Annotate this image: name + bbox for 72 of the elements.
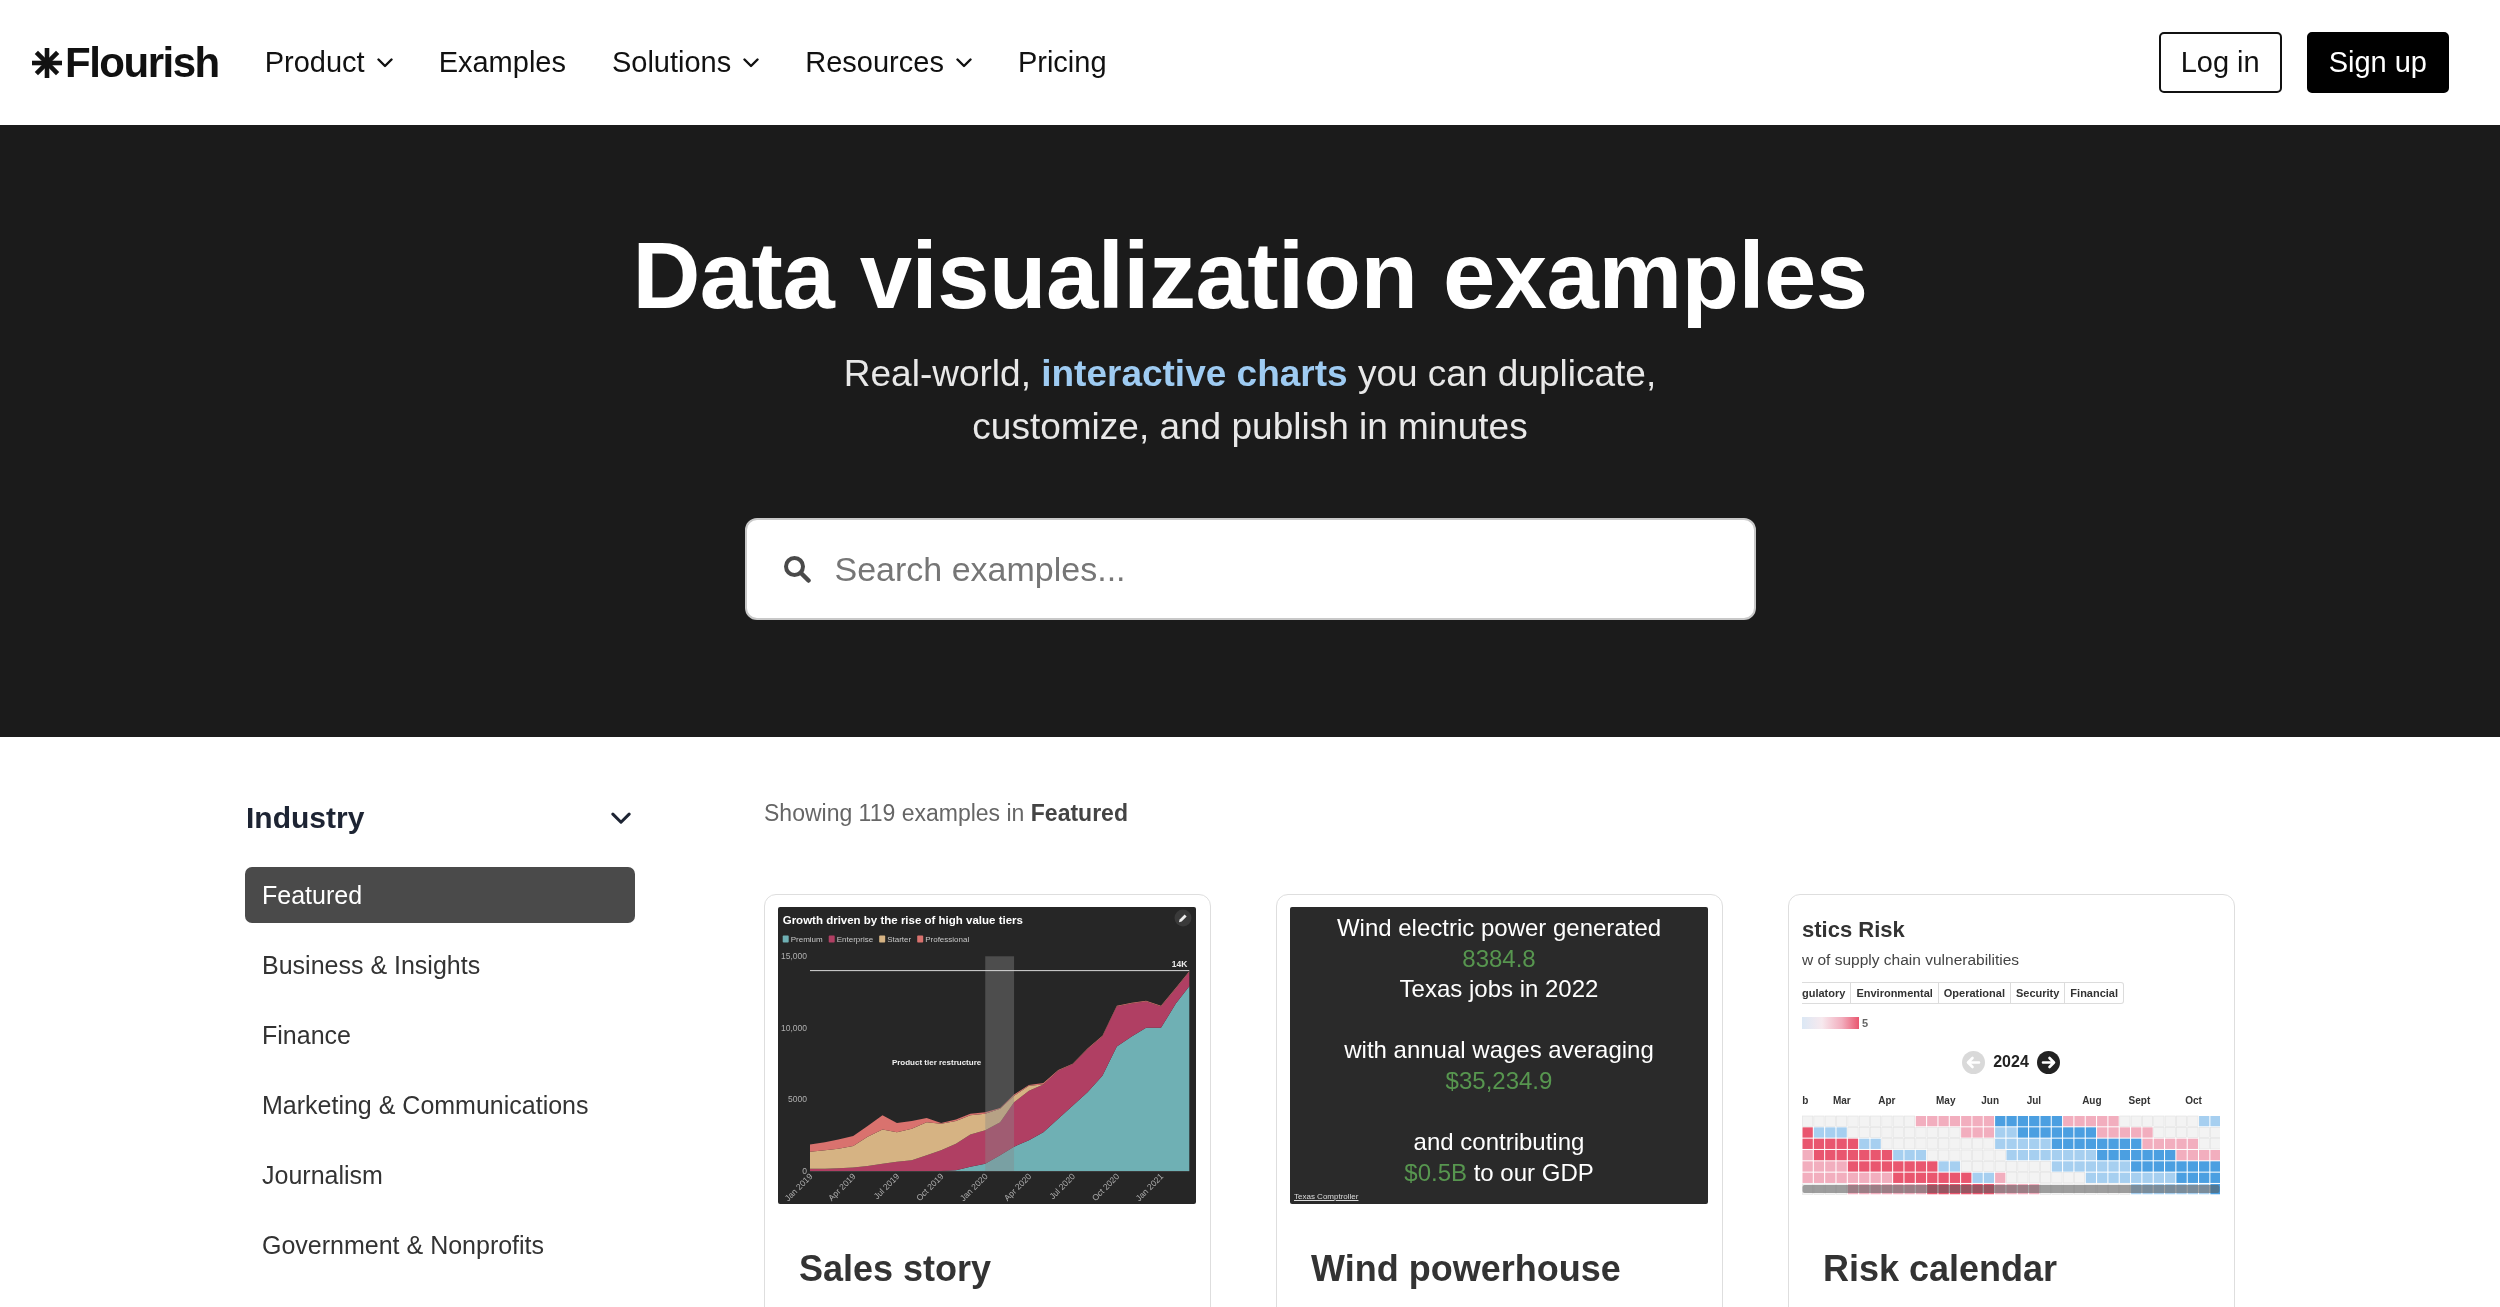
filter-tab[interactable]: Financial — [2065, 982, 2125, 1004]
signup-button[interactable]: Sign up — [2306, 32, 2449, 93]
axis-tick-label: 5000 — [788, 1094, 807, 1105]
pencil-icon[interactable] — [1174, 909, 1192, 927]
stat-figure: $35,234.9 — [1444, 1065, 1554, 1096]
card-title: Sales story — [799, 1247, 993, 1291]
stat-text: Wind electric power generated — [1335, 913, 1663, 943]
month-label: Aug — [2082, 1095, 2102, 1106]
viz-heading: stics Risk — [1802, 917, 1905, 943]
filter-tab[interactable]: gulatory — [1802, 982, 1852, 1004]
category-dropdown[interactable]: Industry — [245, 798, 635, 838]
legend-label: Professional — [925, 935, 970, 944]
filter-tab[interactable]: Environmental — [1851, 982, 1939, 1004]
filter-tab[interactable]: Operational — [1938, 982, 2011, 1004]
month-label: Jul — [2026, 1095, 2042, 1106]
hero-subtitle: Real-world, interactive charts you can duplicate, customize, and publish in minutes — [842, 352, 1658, 449]
month-label: Jun — [1981, 1095, 2000, 1106]
menu-dropdown[interactable]: Product — [264, 42, 393, 83]
chevron-down-icon — [743, 57, 760, 68]
category-item[interactable]: Finance — [245, 1007, 635, 1063]
color-scale-icon — [1802, 1017, 1859, 1029]
source-link[interactable]: Texas Comptroller — [1294, 1192, 1359, 1201]
asterisk-icon — [32, 47, 62, 78]
menu-dropdown[interactable]: Resources — [805, 42, 972, 83]
example-card[interactable] — [764, 894, 1211, 1307]
interactive-charts-link[interactable]: interactive charts — [1041, 353, 1348, 394]
login-button[interactable]: Log in — [2158, 32, 2282, 93]
chevron-down-icon — [955, 57, 972, 68]
reference-label: 14K — [1171, 959, 1188, 970]
hero-title: Data visualization examples — [632, 224, 1868, 327]
nav-link[interactable]: Pricing — [1017, 42, 1107, 83]
arrow-right-icon[interactable] — [2036, 1050, 2060, 1074]
legend-label: Starter — [887, 935, 912, 944]
card-title: Wind powerhouse — [1311, 1247, 1622, 1291]
month-label: May — [1936, 1095, 1956, 1106]
category-item[interactable]: Featured — [245, 867, 635, 923]
category-item[interactable]: Marketing & Communications — [245, 1077, 635, 1133]
chevron-down-icon — [611, 811, 631, 825]
chevron-down-icon — [376, 57, 393, 68]
band-label: Product tier restructure — [891, 1057, 982, 1067]
legend-label: Enterprise — [836, 935, 874, 944]
search-icon — [782, 555, 811, 583]
stat-text: and contributing — [1412, 1127, 1586, 1158]
card-title: Risk calendar — [1823, 1247, 2059, 1291]
stat-text: Texas jobs in 2022 — [1398, 974, 1600, 1005]
results-summary: Showing 119 examples in Featured — [764, 799, 1128, 828]
stat-figure: 8384.8 — [1461, 943, 1537, 974]
category-item[interactable]: Business & Insights — [245, 937, 635, 993]
search-field[interactable]: Search examples... — [744, 518, 1756, 620]
axis-tick-label: 10,000 — [781, 1022, 807, 1033]
axis-tick-label: 15,000 — [781, 951, 807, 962]
scale-label: 5 — [1862, 1017, 1869, 1029]
chart-title: Growth driven by the rise of high value tiers — [782, 913, 1023, 926]
example-card[interactable]: stics Risk w of supply chain vulnerabilities gulatory Environmental Operational Security Financial 5 2024 b Mar Apr May Jun Jul Aug Sept Oct Risk calendar — [1788, 894, 2235, 1307]
stat-text: with annual wages averaging — [1343, 1035, 1655, 1066]
stat-text: $0.5B to our GDP — [1403, 1157, 1595, 1188]
logo-link[interactable]: Flourish — [32, 37, 219, 88]
category-item[interactable]: Government & Nonprofits — [245, 1217, 635, 1273]
legend-label: Premium — [790, 935, 823, 944]
example-card[interactable]: Wind electric power generated 8384.8 Texas jobs in 2022 with annual wages averaging $35,234.9 and contributing $0.5B to our GDP Texas Comptroller Wind powerhouse — [1276, 894, 1723, 1307]
month-label: Mar — [1832, 1095, 1851, 1106]
month-label: b — [1802, 1095, 1809, 1106]
month-label: Oct — [2185, 1095, 2202, 1106]
axis-tick-label: 0 — [802, 1166, 807, 1176]
viz-subheading: w of supply chain vulnerabilities — [1802, 950, 2020, 970]
menu-dropdown[interactable]: Solutions — [611, 42, 760, 83]
category-item[interactable]: Journalism — [245, 1147, 635, 1203]
nav-link[interactable]: Examples — [438, 42, 566, 83]
month-label: Sept — [2128, 1095, 2151, 1106]
month-label: Apr — [1878, 1095, 1896, 1106]
filter-tab[interactable]: Security — [2010, 982, 2066, 1004]
year-label: 2024 — [1993, 1053, 2029, 1071]
